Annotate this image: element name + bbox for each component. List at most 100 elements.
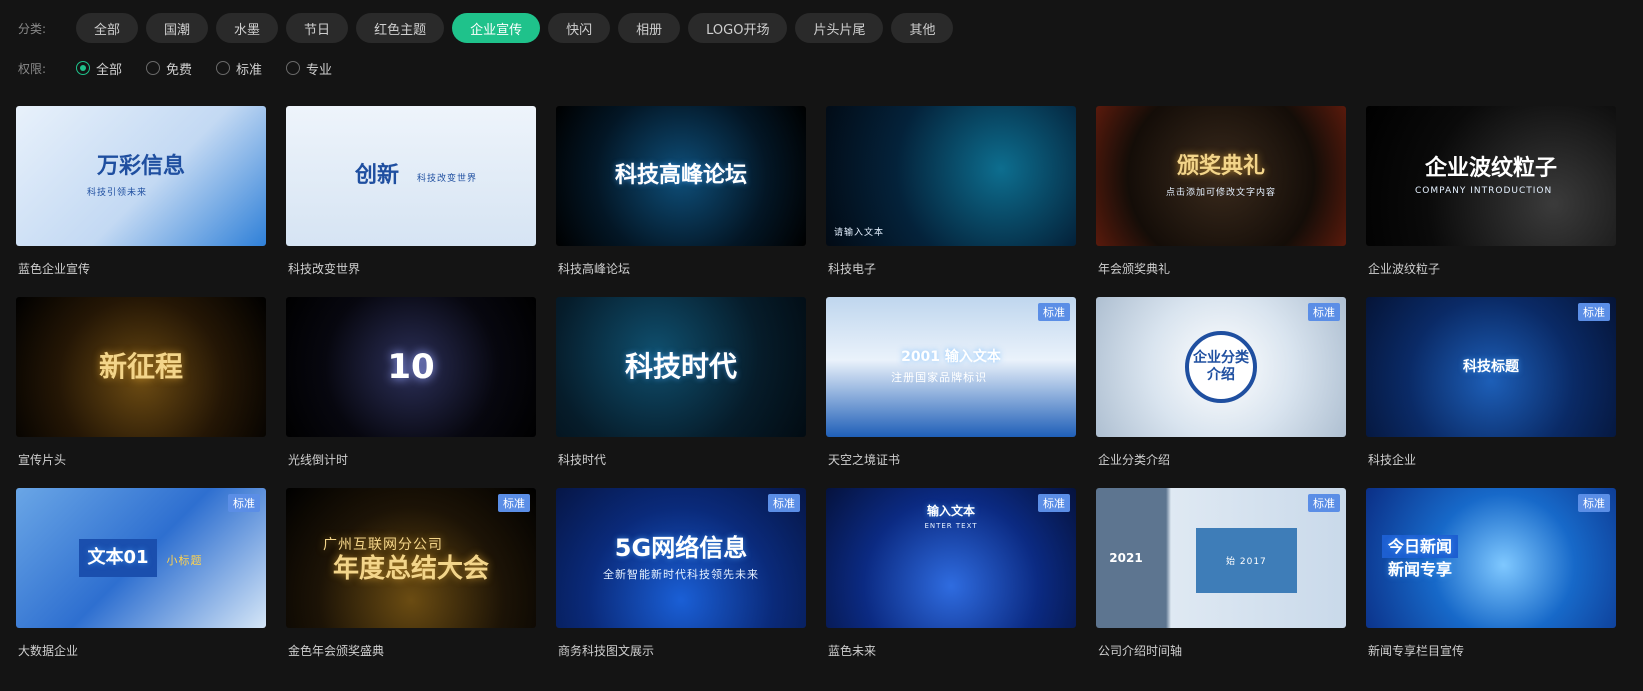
- thumbnail-title: 新征程: [98, 350, 183, 384]
- template-grid: 万彩信息 科技引领未来 蓝色企业宣传 创新 科技改变世界 科技改变世界 科技高峰论坛…: [16, 106, 1616, 679]
- thumbnail-subtitle: 小标题: [166, 554, 203, 567]
- thumbnail-subtitle: COMPANY INTRODUCTION: [1414, 186, 1553, 197]
- category-pill-flash[interactable]: 快闪: [548, 13, 611, 43]
- template-thumbnail: 颁奖典礼点击添加可修改文字内容: [1096, 106, 1346, 246]
- thumbnail-title: 5G网络信息: [614, 533, 748, 562]
- standard-badge: 标准: [1308, 494, 1340, 512]
- thumbnail-title: 2001 输入文本: [901, 348, 1001, 365]
- template-thumbnail: 标准 输入文本 ENTER TEXT: [826, 488, 1076, 628]
- template-thumbnail: 标准 2001 输入文本 注册国家品牌标识: [826, 297, 1076, 437]
- template-name: 光线倒计时: [288, 453, 349, 467]
- permission-radio-label: 标准: [236, 62, 263, 78]
- thumbnail-subtitle: 科技引领未来: [86, 187, 147, 198]
- category-pill-corporate[interactable]: 企业宣传: [452, 13, 541, 43]
- template-card[interactable]: 请输入文本 科技电子: [826, 106, 1076, 297]
- standard-badge: 标准: [228, 494, 260, 512]
- template-card[interactable]: 标准 输入文本 ENTER TEXT 蓝色未来: [826, 488, 1076, 679]
- category-pill-album[interactable]: 相册: [618, 13, 681, 43]
- template-name: 年会颁奖典礼: [1098, 262, 1171, 276]
- template-card[interactable]: 新征程 宣传片头: [16, 297, 266, 488]
- template-card[interactable]: 创新 科技改变世界 科技改变世界: [286, 106, 536, 297]
- template-thumbnail: 标准 2021 始 2017: [1096, 488, 1346, 628]
- template-card[interactable]: 标准 今日新闻 新闻专享 新闻专享栏目宣传: [1366, 488, 1616, 679]
- thumbnail-subtitle: 新闻专享: [1388, 560, 1453, 579]
- thumbnail-title: 输入文本: [926, 504, 975, 518]
- template-thumbnail: 新征程: [16, 297, 266, 437]
- radio-dot-icon: [146, 61, 161, 75]
- template-name: 科技高峰论坛: [558, 262, 631, 276]
- thumbnail-title: 文本01: [79, 539, 157, 577]
- template-thumbnail: 万彩信息 科技引领未来: [16, 106, 266, 246]
- template-name: 企业波纹粒子: [1368, 262, 1441, 276]
- thumbnail-title: 2021: [1109, 550, 1143, 565]
- category-pill-logo-intro[interactable]: LOGO开场: [688, 13, 788, 43]
- template-name: 蓝色企业宣传: [18, 262, 91, 276]
- template-card[interactable]: 万彩信息 科技引领未来 蓝色企业宣传: [16, 106, 266, 297]
- radio-dot-icon: [286, 61, 301, 75]
- standard-badge: 标准: [1578, 303, 1610, 321]
- thumbnail-title: 创新: [354, 162, 399, 188]
- standard-badge: 标准: [1038, 494, 1070, 512]
- standard-badge: 标准: [768, 494, 800, 512]
- standard-badge: 标准: [1308, 303, 1340, 321]
- template-name: 企业分类介绍: [1098, 453, 1171, 467]
- template-thumbnail: 标准 文本01 小标题: [16, 488, 266, 628]
- radio-dot-icon: [76, 61, 90, 75]
- template-card[interactable]: 标准 5G网络信息 全新智能新时代科技领先未来 商务科技图文展示: [556, 488, 806, 679]
- template-name: 公司介绍时间轴: [1098, 644, 1183, 658]
- template-name: 科技电子: [828, 262, 877, 276]
- category-pill-festival[interactable]: 节日: [286, 13, 349, 43]
- category-filter: 分类: 全部 国潮 水墨 节日 红色主题 企业宣传 快闪 相册 LOGO开场 片…: [18, 13, 961, 43]
- template-thumbnail: 科技高峰论坛: [556, 106, 806, 246]
- permission-radio-label: 专业: [306, 62, 333, 78]
- permission-radio-all[interactable]: 全部: [76, 59, 122, 78]
- category-label: 分类:: [18, 21, 47, 36]
- template-card[interactable]: 颁奖典礼点击添加可修改文字内容 年会颁奖典礼: [1096, 106, 1346, 297]
- thumbnail-title: 颁奖典礼: [1176, 154, 1265, 180]
- thumbnail-title: 科技标题: [1463, 358, 1519, 375]
- template-card[interactable]: 标准 广州互联网分公司 年度总结大会 金色年会颁奖盛典: [286, 488, 536, 679]
- template-name: 天空之境证书: [828, 453, 901, 467]
- category-pill-all[interactable]: 全部: [76, 13, 139, 43]
- template-card[interactable]: 标准 文本01 小标题 大数据企业: [16, 488, 266, 679]
- permission-radio-pro[interactable]: 专业: [286, 59, 332, 78]
- template-card[interactable]: 企业波纹粒子 COMPANY INTRODUCTION 企业波纹粒子: [1366, 106, 1616, 297]
- template-name: 商务科技图文展示: [558, 644, 655, 658]
- category-pill-red-theme[interactable]: 红色主题: [356, 13, 445, 43]
- permission-radio-free[interactable]: 免费: [146, 59, 192, 78]
- thumbnail-title: 今日新闻: [1382, 534, 1459, 558]
- template-thumbnail: 标准 科技标题: [1366, 297, 1616, 437]
- template-card[interactable]: 标准 2001 输入文本 注册国家品牌标识 天空之境证书: [826, 297, 1076, 488]
- template-card[interactable]: 标准 2021 始 2017 公司介绍时间轴: [1096, 488, 1346, 679]
- template-name: 科技改变世界: [288, 262, 361, 276]
- category-pill-other[interactable]: 其他: [891, 13, 954, 43]
- template-name: 金色年会颁奖盛典: [288, 644, 385, 658]
- thumbnail-title: 企业波纹粒子: [1424, 155, 1557, 181]
- template-thumbnail: 创新 科技改变世界: [286, 106, 536, 246]
- permission-label: 权限:: [18, 61, 47, 76]
- thumbnail-title: 10: [387, 346, 435, 387]
- template-name: 宣传片头: [18, 453, 67, 467]
- thumbnail-subtitle: 广州互联网分公司: [322, 537, 443, 554]
- category-pill-intro-outro[interactable]: 片头片尾: [795, 13, 884, 43]
- template-card[interactable]: 科技高峰论坛 科技高峰论坛: [556, 106, 806, 297]
- category-pill-ink[interactable]: 水墨: [216, 13, 279, 43]
- thumbnail-subtitle: 科技改变世界: [417, 174, 478, 185]
- standard-badge: 标准: [498, 494, 530, 512]
- template-thumbnail: 标准 今日新闻新闻专享: [1366, 488, 1616, 628]
- template-thumbnail: 标准 企业分类介绍: [1096, 297, 1346, 437]
- template-card[interactable]: 科技时代 科技时代: [556, 297, 806, 488]
- template-thumbnail: 标准 5G网络信息 全新智能新时代科技领先未来: [556, 488, 806, 628]
- standard-badge: 标准: [1578, 494, 1610, 512]
- template-card[interactable]: 标准 企业分类介绍 企业分类介绍: [1096, 297, 1346, 488]
- template-name: 科技时代: [558, 453, 607, 467]
- permission-radio-standard[interactable]: 标准: [216, 59, 262, 78]
- template-name: 大数据企业: [18, 644, 79, 658]
- template-card[interactable]: 10 光线倒计时: [286, 297, 536, 488]
- category-pill-guochao[interactable]: 国潮: [146, 13, 209, 43]
- template-thumbnail: 10: [286, 297, 536, 437]
- thumbnail-subtitle: 点击添加可修改文字内容: [1165, 187, 1276, 198]
- thumbnail-subtitle: ENTER TEXT: [924, 522, 978, 531]
- template-card[interactable]: 标准 科技标题 科技企业: [1366, 297, 1616, 488]
- permission-radio-label: 免费: [166, 62, 193, 78]
